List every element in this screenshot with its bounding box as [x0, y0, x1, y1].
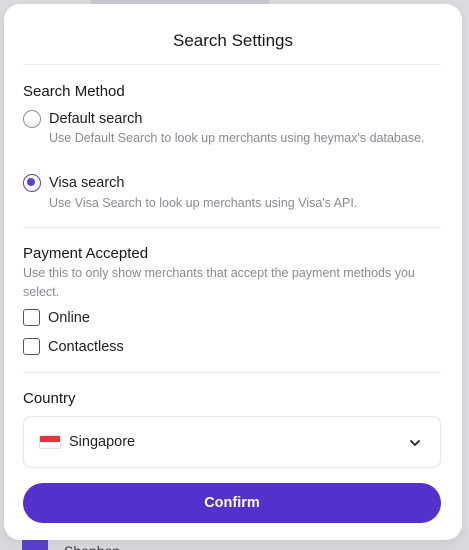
online-checkbox[interactable] — [23, 309, 40, 326]
section-divider — [23, 227, 441, 228]
visa-search-label: Visa search — [49, 175, 125, 191]
country-select-value: Singapore — [69, 434, 136, 450]
country-heading: Country — [23, 390, 76, 407]
visa-search-help: Use Visa Search to look up merchants usi… — [49, 196, 358, 210]
radio-option-visa-search[interactable]: Visa search — [23, 174, 125, 192]
modal-title: Search Settings — [172, 31, 293, 50]
default-search-help: Use Default Search to look up merchants … — [49, 131, 425, 145]
contactless-checkbox[interactable] — [23, 338, 40, 355]
payment-accepted-heading: Payment Accepted — [23, 245, 149, 262]
checkbox-option-contactless[interactable]: Contactless — [23, 338, 124, 355]
default-search-radio[interactable] — [23, 110, 41, 128]
online-label: Online — [48, 309, 90, 326]
search-settings-modal: Search Settings Search Method Default se… — [4, 4, 462, 540]
singapore-flag-icon — [39, 435, 61, 449]
header-divider — [23, 64, 441, 65]
chevron-down-icon[interactable] — [408, 436, 422, 450]
country-select[interactable]: Singapore — [23, 416, 441, 468]
search-method-heading: Search Method — [23, 83, 125, 100]
checkbox-option-online[interactable]: Online — [23, 309, 90, 326]
contactless-label: Contactless — [48, 338, 124, 355]
default-search-label: Default search — [49, 111, 143, 127]
confirm-button[interactable]: Confirm — [23, 483, 441, 523]
payment-accepted-description: Use this to only show merchants that acc… — [23, 266, 415, 299]
radio-option-default-search[interactable]: Default search — [23, 110, 143, 128]
section-divider — [23, 372, 441, 373]
background-merchant-name: Shopbop — [64, 540, 120, 550]
visa-search-radio[interactable] — [23, 174, 41, 192]
